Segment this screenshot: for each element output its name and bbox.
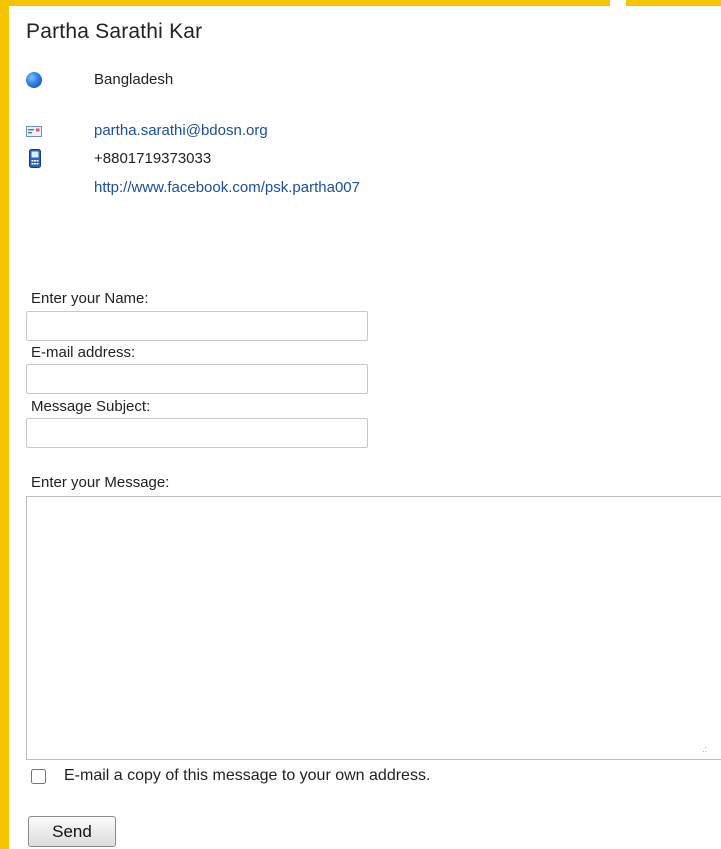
globe-icon [26,72,42,88]
copy-checkbox-label[interactable]: E-mail a copy of this message to your ow… [64,767,430,785]
copy-checkbox[interactable] [31,769,46,784]
message-field[interactable] [26,496,721,760]
website-link[interactable]: http://www.facebook.com/psk.partha007 [94,179,360,196]
envelope-icon [26,126,42,137]
name-field-label: Enter your Name: [31,290,149,307]
location-text: Bangladesh [94,71,174,88]
page-frame-left [0,0,9,849]
email-field[interactable] [26,364,368,394]
page-frame-notch [610,0,626,12]
message-field-label: Enter your Message: [31,474,170,491]
resize-grip-icon[interactable]: .: [702,744,712,754]
email-field-label: E-mail address: [31,344,136,361]
name-field[interactable] [26,311,368,341]
phone-text: +8801719373033 [94,150,212,167]
mobile-phone-icon [29,149,41,168]
contact-name: Partha Sarathi Kar [26,20,203,43]
subject-field-label: Message Subject: [31,398,151,415]
email-link[interactable]: partha.sarathi@bdosn.org [94,122,268,139]
subject-field[interactable] [26,418,368,448]
send-button[interactable]: Send [28,816,116,847]
